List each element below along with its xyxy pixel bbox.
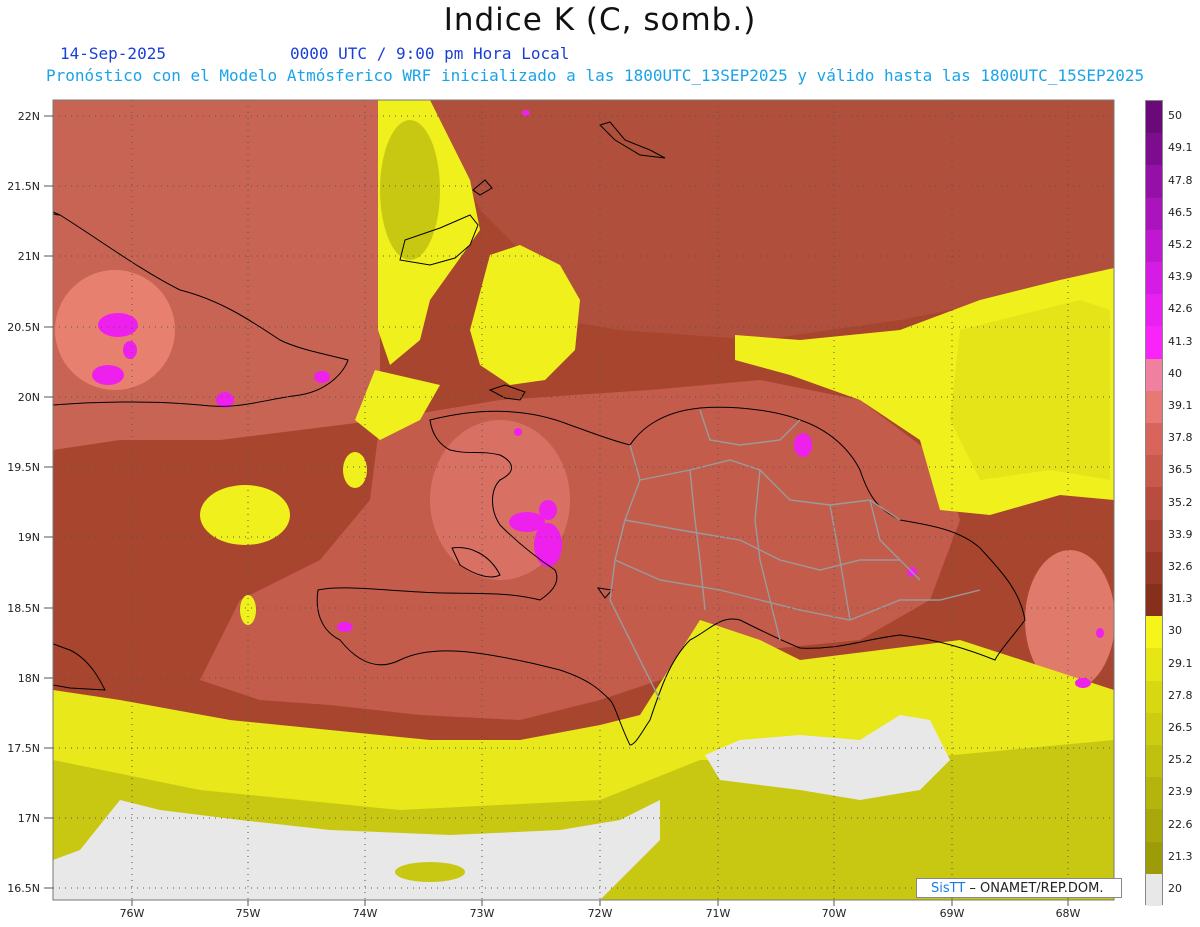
- colorbar-segment: [1146, 745, 1162, 778]
- colorbar-label: 23.9: [1168, 785, 1193, 799]
- colorbar-label: 27.8: [1168, 688, 1193, 702]
- colorbar-segment: [1146, 712, 1162, 746]
- lat-label: 17N: [18, 812, 40, 825]
- colorbar-label: 36.5: [1168, 463, 1193, 477]
- weather-map: 22N 21.5N 21N 20.5N 20N 19.5N 19N 18.5N …: [7, 99, 1115, 920]
- colorbar-label: 29.1: [1168, 656, 1193, 670]
- colorbar-segment: [1146, 423, 1162, 456]
- credit-text: – ONAMET/REP.DOM.: [965, 881, 1104, 896]
- lon-ticks: [131, 900, 1069, 906]
- lat-ticks: [44, 115, 53, 889]
- yellow-blob-north2: [380, 120, 440, 260]
- colorbar-segment: [1146, 101, 1162, 134]
- colorbar-segment: [1146, 841, 1162, 875]
- yellow-blob-w1: [200, 485, 290, 545]
- forecast-date: 14-Sep-2025: [60, 44, 166, 63]
- lon-label: 71W: [706, 907, 731, 920]
- colorbar-label: 45.2: [1168, 237, 1193, 251]
- colorbar-label: 39.1: [1168, 398, 1193, 412]
- colorbar-label: 22.6: [1168, 817, 1193, 831]
- colorbar-label: 46.5: [1168, 205, 1193, 219]
- colorbar-segment: [1146, 358, 1162, 392]
- colorbar-segment: [1146, 326, 1162, 360]
- lat-label: 21.5N: [7, 180, 40, 193]
- model-info: Pronóstico con el Modelo Atmósferico WRF…: [46, 66, 1145, 85]
- colorbar-segment: [1146, 873, 1162, 907]
- colorbar-segment: [1146, 680, 1162, 714]
- credit-box: SisTT – ONAMET/REP.DOM.: [916, 878, 1122, 898]
- lat-label: 20.5N: [7, 321, 40, 334]
- yellow-islet: [395, 862, 465, 882]
- colorbar-label: 30: [1168, 624, 1182, 638]
- colorbar-label: 25.2: [1168, 753, 1193, 767]
- colorbar-label: 35.2: [1168, 495, 1193, 509]
- colorbar-label: 20: [1168, 881, 1182, 895]
- lon-label: 68W: [1056, 907, 1081, 920]
- colorbar-segment: [1146, 294, 1162, 327]
- colorbar-label: 47.8: [1168, 173, 1193, 187]
- lat-label: 18N: [18, 672, 40, 685]
- lon-label: 73W: [470, 907, 495, 920]
- colorbar-segment: [1146, 551, 1162, 585]
- lat-label: 21N: [18, 250, 40, 263]
- lat-labels: 22N 21.5N 21N 20.5N 20N 19.5N 19N 18.5N …: [7, 110, 40, 895]
- colorbar-label: 21.3: [1168, 849, 1193, 863]
- colorbar-label: 33.9: [1168, 527, 1193, 541]
- colorbar-segment: [1146, 197, 1162, 231]
- map-title: Indice K (C, somb.): [443, 2, 757, 38]
- lon-label: 72W: [588, 907, 613, 920]
- colorbar-label: 42.6: [1168, 302, 1193, 316]
- colorbar-segment: [1146, 809, 1162, 843]
- colorbar-segment: [1146, 262, 1162, 295]
- lon-label: 76W: [120, 907, 145, 920]
- colorbar-segment: [1146, 616, 1162, 649]
- yellow-blob-w2: [343, 452, 367, 488]
- lat-label: 19.5N: [7, 461, 40, 474]
- colorbar-segment: [1146, 229, 1162, 263]
- lat-label: 17.5N: [7, 742, 40, 755]
- colorbar-segment: [1146, 519, 1162, 553]
- colorbar-label: 41.3: [1168, 334, 1193, 348]
- colorbar-label: 32.6: [1168, 559, 1193, 573]
- lat-label: 22N: [18, 110, 40, 123]
- colorbar-segment: [1146, 777, 1162, 810]
- lat-label: 19N: [18, 531, 40, 544]
- colorbar-segment: [1146, 165, 1162, 199]
- credit-brand: SisTT: [931, 881, 966, 896]
- colorbar-label: 50: [1168, 109, 1182, 123]
- lon-label: 70W: [822, 907, 847, 920]
- colorbar-label: 43.9: [1168, 270, 1193, 284]
- colorbar-label: 26.5: [1168, 720, 1193, 734]
- colorbar-segment: [1146, 390, 1162, 424]
- lon-label: 74W: [353, 907, 378, 920]
- colorbar-segment: [1146, 584, 1162, 617]
- colorbar-segment: [1146, 133, 1162, 166]
- lon-label: 69W: [940, 907, 965, 920]
- lon-labels: 76W 75W 74W 73W 72W 71W 70W 69W 68W: [120, 907, 1081, 920]
- forecast-time: 0000 UTC / 9:00 pm Hora Local: [290, 44, 570, 63]
- lon-label: 75W: [236, 907, 261, 920]
- colorbar-label: 49.1: [1168, 141, 1193, 155]
- lat-label: 20N: [18, 391, 40, 404]
- colorbar-segment: [1146, 487, 1162, 521]
- colorbar-label: 31.3: [1168, 592, 1193, 606]
- colorbar-label: 40: [1168, 366, 1182, 380]
- lat-label: 18.5N: [7, 602, 40, 615]
- colorbar-label: 37.8: [1168, 431, 1193, 445]
- colorbar: [1145, 100, 1163, 907]
- colorbar-segment: [1146, 455, 1162, 488]
- colorbar-segment: [1146, 648, 1162, 682]
- lat-label: 16.5N: [7, 882, 40, 895]
